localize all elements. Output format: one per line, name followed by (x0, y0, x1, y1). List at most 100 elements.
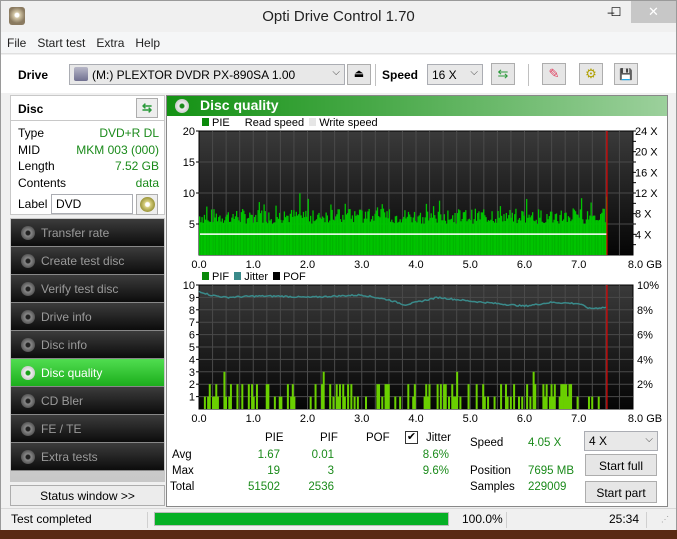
toolbar-divider (528, 64, 529, 86)
pif-bar (545, 384, 548, 409)
nav-cd-bler[interactable]: CD Bler (11, 387, 164, 415)
pie-bar (202, 222, 204, 255)
y-tick-label: 20 (183, 126, 195, 138)
pie-bar (313, 221, 315, 255)
x-tick-label: 3.0 (354, 413, 369, 425)
nav-verify-test-disc[interactable]: Verify test disc (11, 275, 164, 303)
pie-bar (311, 223, 313, 255)
pie-bar (491, 211, 493, 255)
pie-bar (579, 209, 582, 255)
pif-bar (534, 384, 537, 409)
refresh-disc-button[interactable]: ⇆ (136, 98, 158, 118)
pie-bar (506, 218, 509, 255)
pie-bar (378, 216, 380, 255)
pif-bar (467, 384, 470, 409)
menu-start-test[interactable]: Start test (31, 32, 90, 50)
test-speed-select[interactable]: 4 X ⌵ (584, 431, 658, 451)
pie-bar (468, 218, 471, 255)
pie-bar (500, 215, 503, 255)
maximize-button[interactable]: ☐ (606, 1, 626, 23)
pie-bar (280, 219, 282, 255)
pie-bar (235, 211, 238, 255)
nav-disc-quality[interactable]: Disc quality (11, 359, 164, 387)
pie-bar (534, 221, 536, 255)
pie-bar (465, 210, 467, 255)
x-tick-label: 1.0 (246, 259, 261, 271)
pie-bar (536, 223, 539, 255)
drive-select[interactable]: (M:) PLEXTOR DVDR PX-890SA 1.00 ⌵ (69, 64, 345, 85)
pie-bar (559, 215, 561, 255)
start-full-button[interactable]: Start full (585, 454, 657, 476)
progress-bar (154, 512, 449, 526)
pif-bar (322, 371, 325, 409)
refresh-icon: ⇆ (141, 101, 153, 115)
resize-grip-icon[interactable]: ⋰ (661, 515, 669, 524)
refresh-speed-button[interactable]: ⇆ (491, 63, 515, 85)
jitter-checkbox[interactable]: ✔ (405, 431, 418, 444)
status-window-button[interactable]: Status window >> (10, 485, 165, 506)
pie-bar (387, 218, 389, 255)
disc-label-input[interactable]: DVD (51, 194, 133, 214)
nav-create-test-disc[interactable]: Create test disc (11, 247, 164, 275)
stats-max-pif: 3 (327, 465, 334, 477)
pie-bar (444, 220, 447, 255)
pif-jitter-chart: 10987654321 10% 8% 6% 4% 2% 0.0 1.0 2.0 3.0 4.0 5.0… (183, 280, 662, 425)
pie-bar (238, 220, 240, 255)
pie-bar (385, 217, 387, 255)
nav-disc-info[interactable]: Disc info (11, 331, 164, 359)
pif-bar (439, 384, 442, 409)
speed-select[interactable]: 16 X ⌵ (427, 64, 483, 85)
y-tick-label: 8 (189, 305, 195, 317)
save-button[interactable]: 💾 (614, 63, 638, 85)
nav-extra-tests[interactable]: Extra tests (11, 443, 164, 471)
nav-fe-te[interactable]: FE / TE (11, 415, 164, 443)
y2-tick-label: 4 X (635, 229, 652, 241)
pif-bar (459, 396, 462, 409)
start-part-button[interactable]: Start part (585, 481, 657, 503)
menu-extra[interactable]: Extra (90, 32, 129, 50)
cd-bler-icon (21, 394, 35, 408)
pie-bar (520, 220, 522, 255)
pif-bar (208, 384, 211, 409)
pie-bar (350, 218, 352, 255)
pie-bar (435, 218, 437, 255)
disc-label-button[interactable] (136, 194, 158, 215)
pif-bar (500, 384, 503, 409)
pie-bar (394, 216, 397, 255)
menu-file[interactable]: File (1, 32, 31, 50)
pie-bar (429, 218, 431, 255)
nav-transfer-rate[interactable]: Transfer rate (11, 219, 164, 247)
nav-label: Verify test disc (41, 282, 119, 296)
settings-button[interactable]: ⚙ (579, 63, 603, 85)
position-label: Position (470, 465, 511, 477)
erase-button[interactable]: ✎ (542, 63, 566, 85)
pie-bar (209, 221, 212, 255)
pif-bar (513, 384, 516, 409)
disc-mid-row: MID MKM 003 (000) (11, 143, 164, 160)
pif-bar (493, 396, 496, 409)
eject-button[interactable]: ⏏ (347, 64, 371, 85)
pif-bar (456, 371, 459, 409)
y-tick-label: 10 (183, 280, 195, 292)
pie-bar (508, 215, 510, 255)
pif-bar (506, 396, 509, 409)
pie-bar (270, 219, 272, 255)
pie-bar (367, 211, 369, 255)
nav-drive-info[interactable]: Drive info (11, 303, 164, 331)
speed-label: Speed (382, 68, 419, 82)
pie-bar (351, 215, 354, 255)
pif-bar (353, 396, 356, 409)
extra-tests-icon (21, 450, 35, 464)
pie-bar (472, 223, 474, 255)
disc-info-icon (21, 338, 35, 352)
disc-quality-icon (175, 99, 189, 113)
nav-label: Disc info (41, 338, 88, 352)
pie-bar (219, 215, 221, 255)
disc-length-row: Length 7.52 GB (11, 159, 164, 176)
pie-bar (517, 219, 519, 255)
pie-bar (337, 209, 339, 255)
menu-help[interactable]: Help (129, 32, 165, 50)
pie-bar (231, 217, 233, 255)
close-button[interactable]: ✕ (631, 1, 676, 23)
disc-contents-row: Contents data (11, 176, 164, 193)
